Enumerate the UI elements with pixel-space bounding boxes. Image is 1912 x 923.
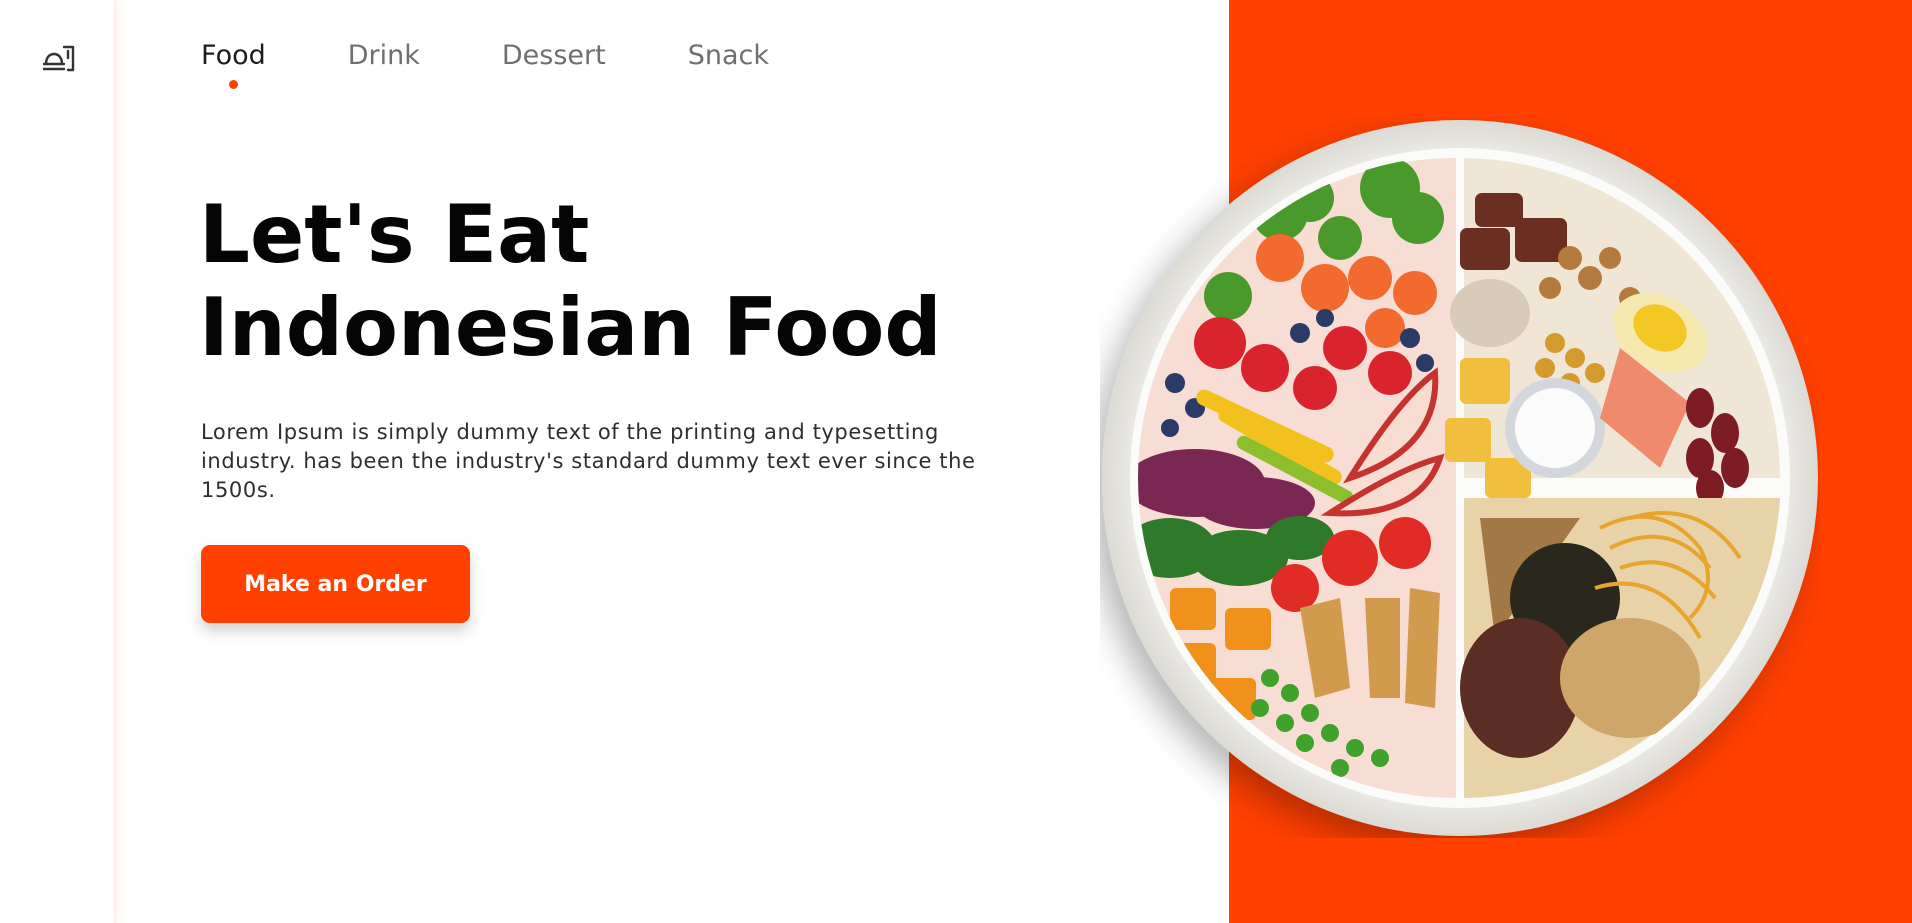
hero-description: Lorem Ipsum is simply dummy text of the … bbox=[201, 420, 976, 502]
category-nav: Food Drink Dessert Snack bbox=[201, 40, 851, 89]
hero-title-line-1: Let's Eat bbox=[199, 188, 590, 281]
tab-food-label: Food bbox=[201, 40, 266, 71]
tab-snack[interactable]: Snack bbox=[688, 40, 769, 71]
make-order-button[interactable]: Make an Order bbox=[201, 545, 470, 623]
tab-snack-label: Snack bbox=[687, 40, 770, 71]
tab-food[interactable]: Food bbox=[201, 40, 266, 89]
food-plate-image bbox=[1102, 120, 1818, 836]
food-tray-icon[interactable] bbox=[40, 38, 80, 78]
tab-dessert-label: Dessert bbox=[501, 40, 606, 71]
hero-title-line-2: Indonesian Food bbox=[199, 281, 942, 374]
left-rail bbox=[0, 0, 117, 923]
hero-title: Let's Eat Indonesian Food bbox=[199, 188, 942, 374]
tab-drink[interactable]: Drink bbox=[348, 40, 420, 71]
landing-page: Food Drink Dessert Snack Let's Eat Indon… bbox=[0, 0, 1912, 923]
tab-dessert[interactable]: Dessert bbox=[502, 40, 606, 71]
active-indicator-dot bbox=[229, 80, 239, 89]
tab-drink-label: Drink bbox=[347, 40, 420, 71]
